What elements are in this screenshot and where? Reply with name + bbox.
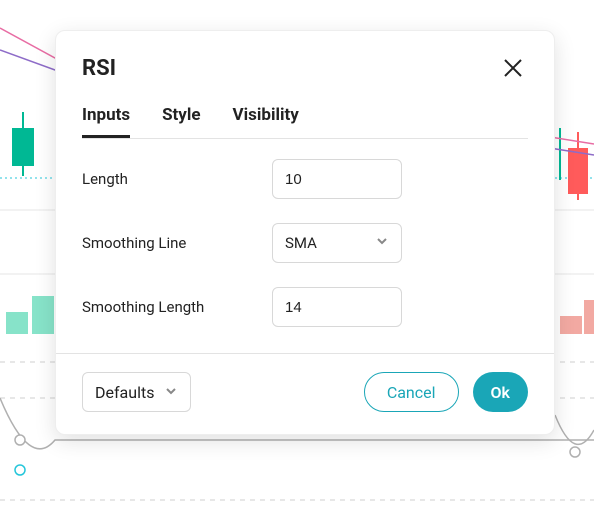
length-input[interactable] xyxy=(272,159,402,199)
ok-button[interactable]: Ok xyxy=(473,372,528,412)
chevron-down-icon xyxy=(375,234,389,252)
close-button[interactable] xyxy=(498,53,528,83)
close-icon xyxy=(502,57,524,79)
smoothing-line-label: Smoothing Line xyxy=(82,234,272,252)
smoothing-length-input[interactable] xyxy=(272,287,402,327)
indicator-settings-dialog: RSI Inputs Style Visibility Length Smoot… xyxy=(55,30,555,435)
tab-bar: Inputs Style Visibility xyxy=(82,83,528,139)
form-inputs: Length Smoothing Line SMA Smoothing Leng… xyxy=(56,139,554,353)
length-label: Length xyxy=(82,170,272,188)
chevron-down-icon xyxy=(164,383,178,402)
defaults-label: Defaults xyxy=(95,383,154,402)
smoothing-length-label: Smoothing Length xyxy=(82,298,272,316)
tab-style[interactable]: Style xyxy=(162,105,200,138)
smoothing-line-value: SMA xyxy=(285,234,317,252)
cancel-button[interactable]: Cancel xyxy=(364,372,459,412)
smoothing-line-select[interactable]: SMA xyxy=(272,223,402,263)
tab-inputs[interactable]: Inputs xyxy=(82,105,130,138)
defaults-dropdown[interactable]: Defaults xyxy=(82,372,191,412)
tab-visibility[interactable]: Visibility xyxy=(233,105,299,138)
dialog-title: RSI xyxy=(82,56,116,81)
